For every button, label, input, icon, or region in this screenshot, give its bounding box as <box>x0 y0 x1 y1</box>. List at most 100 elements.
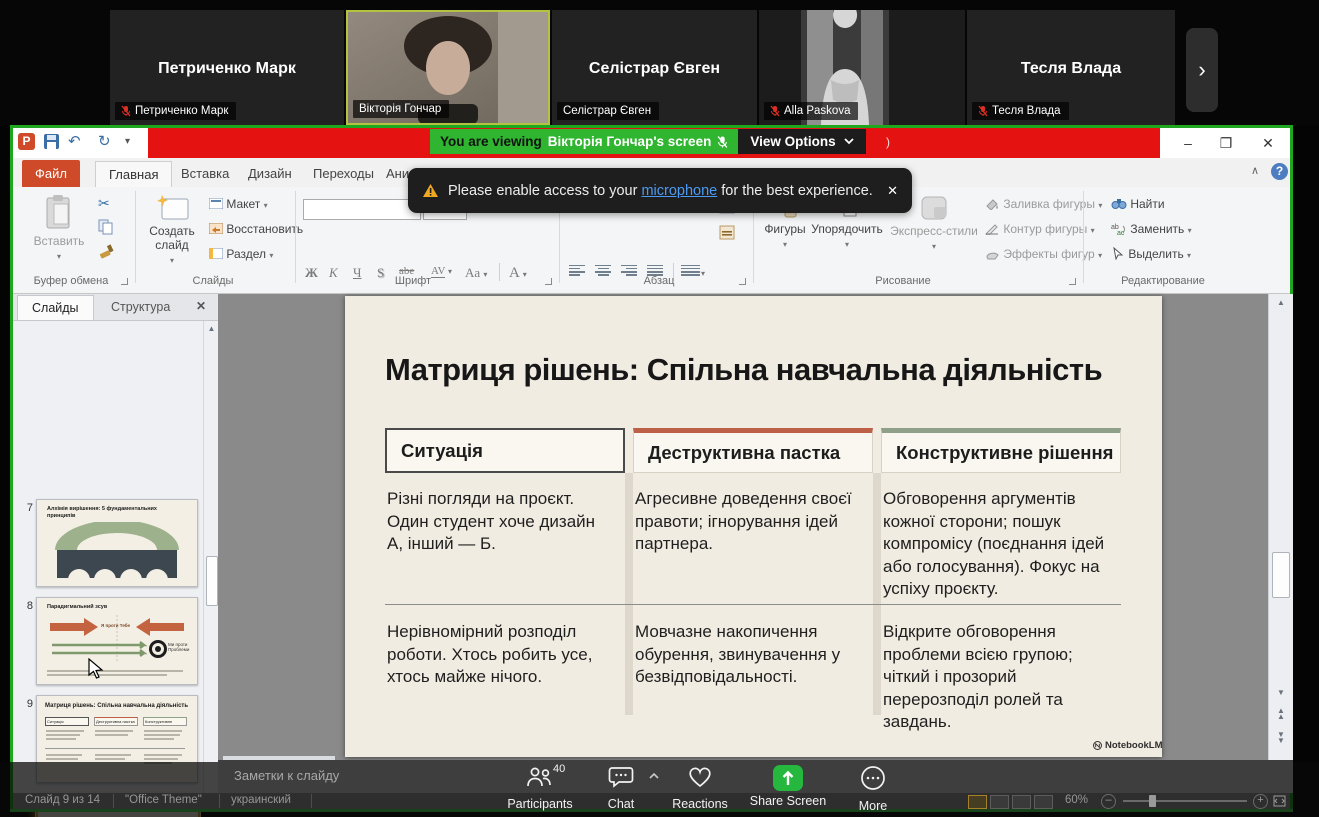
mic-muted-icon <box>978 105 988 117</box>
font-group-label: Шрифт <box>343 275 483 287</box>
notebooklm-icon <box>1093 741 1102 750</box>
select-button[interactable]: Выделить ▾ <box>1111 247 1191 261</box>
panel-tab-outline[interactable]: Структура <box>97 295 184 319</box>
mic-muted-icon <box>121 105 131 117</box>
view-options-button[interactable]: View Options <box>738 129 865 154</box>
replace-button[interactable]: abac Заменить ▾ <box>1111 222 1192 236</box>
font-name-combo[interactable]: ▾ <box>303 199 421 220</box>
fit-to-window-icon[interactable] <box>1273 795 1286 807</box>
screen: Петриченко Марк Петриченко Марк Вікторія… <box>0 0 1319 817</box>
undo-icon[interactable]: ↶ <box>68 132 81 150</box>
video-tile-honchar[interactable]: Вікторія Гончар <box>346 10 550 125</box>
reading-view-button[interactable] <box>1012 795 1031 809</box>
sidebar-scrollbar-thumb[interactable] <box>206 556 218 606</box>
paragraph-dialog-launcher[interactable] <box>739 278 746 285</box>
video-tile-teslia[interactable]: Тесля Влада Тесля Влада <box>967 10 1175 125</box>
reset-icon <box>209 223 223 234</box>
format-painter-icon[interactable] <box>98 243 114 259</box>
zoom-slider-thumb[interactable] <box>1149 795 1156 807</box>
italic-button[interactable]: К <box>329 265 338 281</box>
new-slide-button[interactable]: Создать слайд▾ <box>141 195 203 266</box>
zoom-slider-track[interactable] <box>1123 800 1247 802</box>
restore-button[interactable]: ❐ <box>1211 131 1241 155</box>
tab-insert[interactable]: Вставка <box>168 161 242 187</box>
section-button[interactable]: Раздел ▾ <box>209 247 273 261</box>
share-screen-button[interactable]: Share Screen <box>745 765 831 808</box>
row-divider <box>385 604 1121 605</box>
sidebar-scrollbar[interactable]: ▲ <box>203 321 219 793</box>
col-header-constructive: Конструктивне рішення <box>881 428 1121 473</box>
help-icon[interactable]: ? <box>1271 163 1288 180</box>
font-color-button[interactable]: A ▾ <box>509 265 527 282</box>
microphone-link[interactable]: microphone <box>641 183 717 199</box>
slide-counter: Слайд 9 из 14 <box>25 794 100 806</box>
align-left-button[interactable] <box>569 263 587 281</box>
copy-icon[interactable] <box>98 219 114 235</box>
new-slide-icon <box>155 195 189 221</box>
video-tile-petrychenko[interactable]: Петриченко Марк Петриченко Марк <box>110 10 344 125</box>
next-participants-button[interactable]: › <box>1186 28 1218 112</box>
thumb-number: 8 <box>19 600 33 612</box>
notification-close-icon[interactable]: ✕ <box>887 183 898 199</box>
collapse-ribbon-icon[interactable]: ∧ <box>1251 164 1259 177</box>
chat-options-chevron-icon[interactable] <box>648 772 660 780</box>
redo-icon[interactable]: ↻ <box>98 132 111 150</box>
clipboard-group-label: Буфер обмена <box>21 275 121 287</box>
participant-label: Тесля Влада <box>972 102 1069 120</box>
theme-name: "Office Theme" <box>125 794 202 806</box>
reset-slide-button[interactable]: Восстановить <box>209 222 303 236</box>
language-indicator[interactable]: украинский <box>231 794 291 806</box>
column-gutter <box>625 473 633 715</box>
font-dialog-launcher[interactable] <box>545 278 552 285</box>
scroll-up-icon[interactable]: ▲ <box>204 324 219 333</box>
status-bar: Слайд 9 из 14 "Office Theme" украинский … <box>13 793 1290 809</box>
tab-home[interactable]: Главная <box>95 161 172 188</box>
cell-r2c3: Відкрите обговорення проблеми всією груп… <box>883 621 1111 734</box>
shape-effects-button[interactable]: Эффекты фигур ▾ <box>985 247 1102 261</box>
video-tile-selistrar[interactable]: Селістрар Євген Селістрар Євген <box>552 10 757 125</box>
scroll-down-icon[interactable]: ▼ <box>1269 688 1293 697</box>
clipboard-dialog-launcher[interactable] <box>121 278 128 285</box>
tab-design[interactable]: Дизайн <box>235 161 305 187</box>
previous-slide-icon[interactable]: ▲▲ <box>1269 708 1293 720</box>
panel-tab-slides[interactable]: Слайды <box>17 295 94 320</box>
tab-file[interactable]: Файл <box>22 160 80 187</box>
layout-icon <box>209 198 223 209</box>
next-slide-icon[interactable]: ▼▼ <box>1269 732 1293 744</box>
panel-close-icon[interactable]: ✕ <box>196 299 206 313</box>
drawing-dialog-launcher[interactable] <box>1069 278 1076 285</box>
drawing-group-label: Рисование <box>833 275 973 287</box>
shape-outline-button[interactable]: Контур фигуры ▾ <box>985 222 1095 236</box>
paste-button[interactable]: Вставить▾ <box>31 195 87 262</box>
main-scrollbar[interactable]: ▲ ▼ ▲▲ ▼▼ <box>1268 294 1293 760</box>
minimize-button[interactable]: – <box>1173 131 1203 155</box>
replace-icon: abac <box>1111 223 1127 235</box>
zoom-out-button[interactable]: – <box>1101 794 1116 809</box>
slideshow-view-button[interactable] <box>1034 795 1053 809</box>
chat-button[interactable]: Chat <box>591 765 651 811</box>
slide-thumbnail-8[interactable]: Парадигмальний зсув Я проти Тебе Ми прот… <box>36 597 198 685</box>
align-text-button[interactable] <box>719 225 741 241</box>
save-icon[interactable] <box>43 133 60 150</box>
slides-panel: Слайды Структура ✕ 7 Алхімія вирішення: … <box>13 294 219 793</box>
shape-fill-button[interactable]: Заливка фигуры ▾ <box>985 197 1102 211</box>
quick-styles-icon <box>920 195 948 221</box>
more-button[interactable]: More <box>845 765 901 813</box>
zoom-in-button[interactable]: + <box>1253 794 1268 809</box>
find-button[interactable]: Найти <box>1111 197 1165 211</box>
slide[interactable]: Матриця рішень: Спільна навчальна діяльн… <box>345 296 1162 757</box>
bold-button[interactable]: Ж <box>305 265 318 281</box>
slide-sorter-view-button[interactable] <box>990 795 1009 809</box>
close-button[interactable]: ✕ <box>1253 131 1283 155</box>
shape-outline-icon <box>985 223 1000 235</box>
slide-thumbnail-7[interactable]: Алхімія вирішення: 5 фундаментальних при… <box>36 499 198 587</box>
scroll-up-icon[interactable]: ▲ <box>1269 298 1293 307</box>
main-scrollbar-thumb[interactable] <box>1272 552 1290 598</box>
layout-button[interactable]: Макет ▾ <box>209 197 268 211</box>
qat-dropdown-icon[interactable]: ▾ <box>125 136 130 147</box>
reactions-button[interactable]: Reactions <box>668 765 732 811</box>
participants-button[interactable]: 40 Participants <box>505 765 575 811</box>
cut-icon[interactable]: ✂ <box>98 195 110 212</box>
normal-view-button[interactable] <box>968 795 987 809</box>
video-tile-paskova[interactable]: Alla Paskova <box>759 10 965 125</box>
